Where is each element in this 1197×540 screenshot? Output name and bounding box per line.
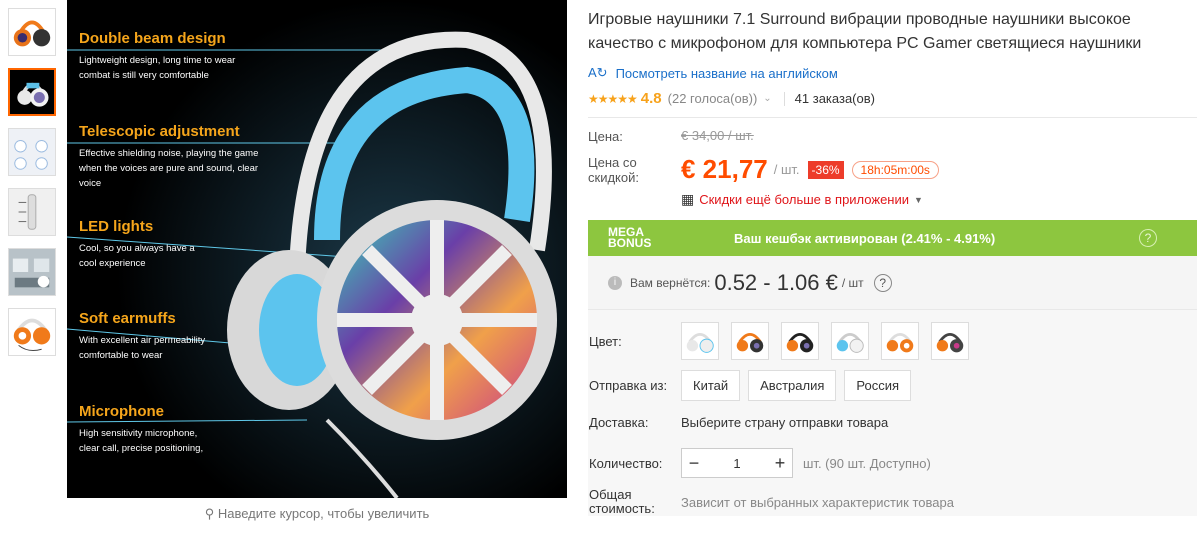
quantity-label: Количество: (589, 455, 663, 471)
rating-value: 4.8 (640, 90, 662, 107)
chevron-down-icon[interactable]: ⌄ (763, 93, 771, 104)
thumbnail-2[interactable] (8, 68, 56, 116)
ship-from-china[interactable]: Китай (681, 370, 741, 401)
info-icon: i (608, 275, 622, 290)
magnifier-icon: ⚲ (204, 506, 215, 521)
feature-led-lights: LED lights Cool, so you always have a co… (79, 218, 209, 271)
ship-from-australia[interactable]: Австралия (748, 370, 837, 401)
quantity-decrease-button[interactable]: − (682, 453, 706, 474)
total-value: Зависит от выбранных характеристик товар… (681, 494, 954, 510)
zoom-hint-text: Наведите курсор, чтобы увеличить (217, 506, 430, 521)
rating-row: ★★★★★ 4.8 (22 голоса(ов)) ⌄ 41 заказа(ов… (588, 90, 1197, 107)
feature-title: Soft earmuffs (79, 310, 176, 327)
product-title: Игровые наушники 7.1 Surround вибрации п… (588, 11, 1142, 52)
feature-desc: With excellent air permeability comforta… (79, 335, 206, 361)
total-row: Общая стоимость: Зависит от выбранных ха… (588, 488, 1197, 516)
price-label: Цена: (588, 129, 623, 144)
color-swatch-orange-black[interactable] (731, 322, 769, 360)
color-label: Цвет: (589, 333, 622, 349)
feature-title: Telescopic adjustment (79, 123, 240, 140)
translate-icon: A↻ (588, 65, 608, 80)
color-swatch-orange-black-3[interactable] (931, 322, 969, 360)
feature-title: Double beam design (79, 30, 226, 47)
return-value: 0.52 - 1.06 € (714, 269, 838, 295)
thumbnail-strip (8, 8, 58, 368)
countdown-timer: 18h:05m:00s (851, 160, 939, 179)
thumbnail-3[interactable] (8, 128, 56, 176)
feature-desc: Lightweight design, long time to wear co… (79, 55, 236, 81)
attributes-block: Цвет: Отправка из: Китай Австралия Росси… (588, 310, 1197, 516)
feature-title: Microphone (79, 403, 164, 420)
product-info: Игровые наушники 7.1 Surround вибрации п… (588, 0, 1197, 526)
cashback-return-row: i Вам вернётся: 0.52 - 1.06 € / шт ? (588, 256, 1197, 310)
delivery-label: Доставка: (589, 415, 649, 430)
price-unit: / шт. (773, 162, 800, 177)
feature-desc: High sensitivity microphone, clear call,… (79, 428, 204, 454)
ship-from-label: Отправка из: (589, 378, 668, 393)
total-label: Общая стоимость: (589, 487, 655, 516)
delivery-value: Выберите страну отправки товара (681, 415, 889, 430)
ship-from-row: Отправка из: Китай Австралия Россия (588, 370, 1197, 401)
discount-price-label: Цена со скидкой: (588, 154, 639, 185)
discount-badge: -36% (807, 160, 844, 179)
current-price: € 21,77 (681, 154, 768, 184)
app-discount-link[interactable]: ▦ Скидки ещё больше в приложении ▼ (681, 191, 1197, 208)
caret-down-icon[interactable]: ▼ (914, 195, 923, 205)
main-product-image[interactable]: Double beam design Lightweight design, l… (67, 0, 567, 498)
thumbnail-1[interactable] (8, 8, 56, 56)
quantity-row: Количество: − 1 + шт. (90 шт. Доступно) (588, 448, 1197, 478)
translate-link-text[interactable]: Посмотреть название на английском (616, 66, 838, 81)
thumbnail-4[interactable] (8, 188, 56, 236)
votes-count[interactable]: (22 голоса(ов)) (668, 91, 758, 106)
quantity-stepper[interactable]: − 1 + (681, 448, 793, 478)
divider (783, 91, 785, 106)
delivery-row: Доставка: Выберите страну отправки товар… (588, 415, 1197, 430)
price-block: Цена: € 34,00 / шт. Цена со скидкой: € 2… (588, 117, 1197, 208)
quantity-increase-button[interactable]: + (768, 453, 792, 474)
feature-microphone: Microphone High sensitivity microphone, … (79, 403, 219, 456)
quantity-available: шт. (90 шт. Доступно) (803, 455, 931, 471)
original-price-row: Цена: € 34,00 / шт. (588, 128, 1197, 146)
product-page: Double beam design Lightweight design, l… (0, 0, 1197, 540)
color-row: Цвет: (588, 322, 1197, 360)
qr-code-icon: ▦ (681, 191, 695, 207)
color-swatch-orange-black-2[interactable] (781, 322, 819, 360)
feature-title: LED lights (79, 218, 154, 235)
mega-logo-line2: BONUS (608, 236, 652, 250)
quantity-input[interactable]: 1 (706, 456, 768, 471)
color-swatch-white-blue-2[interactable] (831, 322, 869, 360)
cashback-help-icon[interactable]: ? (873, 273, 892, 292)
feature-telescopic: Telescopic adjustment Effective shieldin… (79, 123, 279, 191)
return-unit: / шт (841, 275, 864, 290)
mega-bonus-logo: MEGA BONUS (608, 226, 668, 250)
feature-soft-earmuffs: Soft earmuffs With excellent air permeab… (79, 310, 219, 363)
feature-desc: Effective shielding noise, playing the g… (79, 148, 259, 189)
color-swatch-white-blue[interactable] (681, 322, 719, 360)
help-icon[interactable]: ? (1139, 229, 1157, 247)
thumbnail-5[interactable] (8, 248, 56, 296)
feature-desc: Cool, so you always have a cool experien… (79, 243, 195, 269)
color-swatch-orange-white[interactable] (881, 322, 919, 360)
feature-double-beam: Double beam design Lightweight design, l… (79, 30, 254, 83)
ship-from-russia[interactable]: Россия (844, 370, 912, 401)
mega-bonus-banner: MEGA BONUS Ваш кешбэк активирован (2.41%… (588, 220, 1197, 256)
thumbnail-6[interactable] (8, 308, 56, 356)
cashback-activated-text: Ваш кешбэк активирован (2.41% - 4.91%) (734, 230, 996, 246)
translate-link[interactable]: A↻ Посмотреть название на английском (588, 65, 1197, 81)
star-rating-icon: ★★★★★ (588, 91, 638, 106)
return-label: Вам вернётся: (630, 275, 711, 290)
discount-price-row: Цена со скидкой: € 21,77 / шт. -36% 18h:… (588, 154, 1197, 185)
app-discount-text[interactable]: Скидки ещё больше в приложении (699, 192, 909, 207)
orders-count: 41 заказа(ов) (794, 91, 875, 106)
zoom-hint: ⚲ Наведите курсор, чтобы увеличить (67, 506, 567, 522)
original-price: € 34,00 / шт. (681, 128, 754, 143)
